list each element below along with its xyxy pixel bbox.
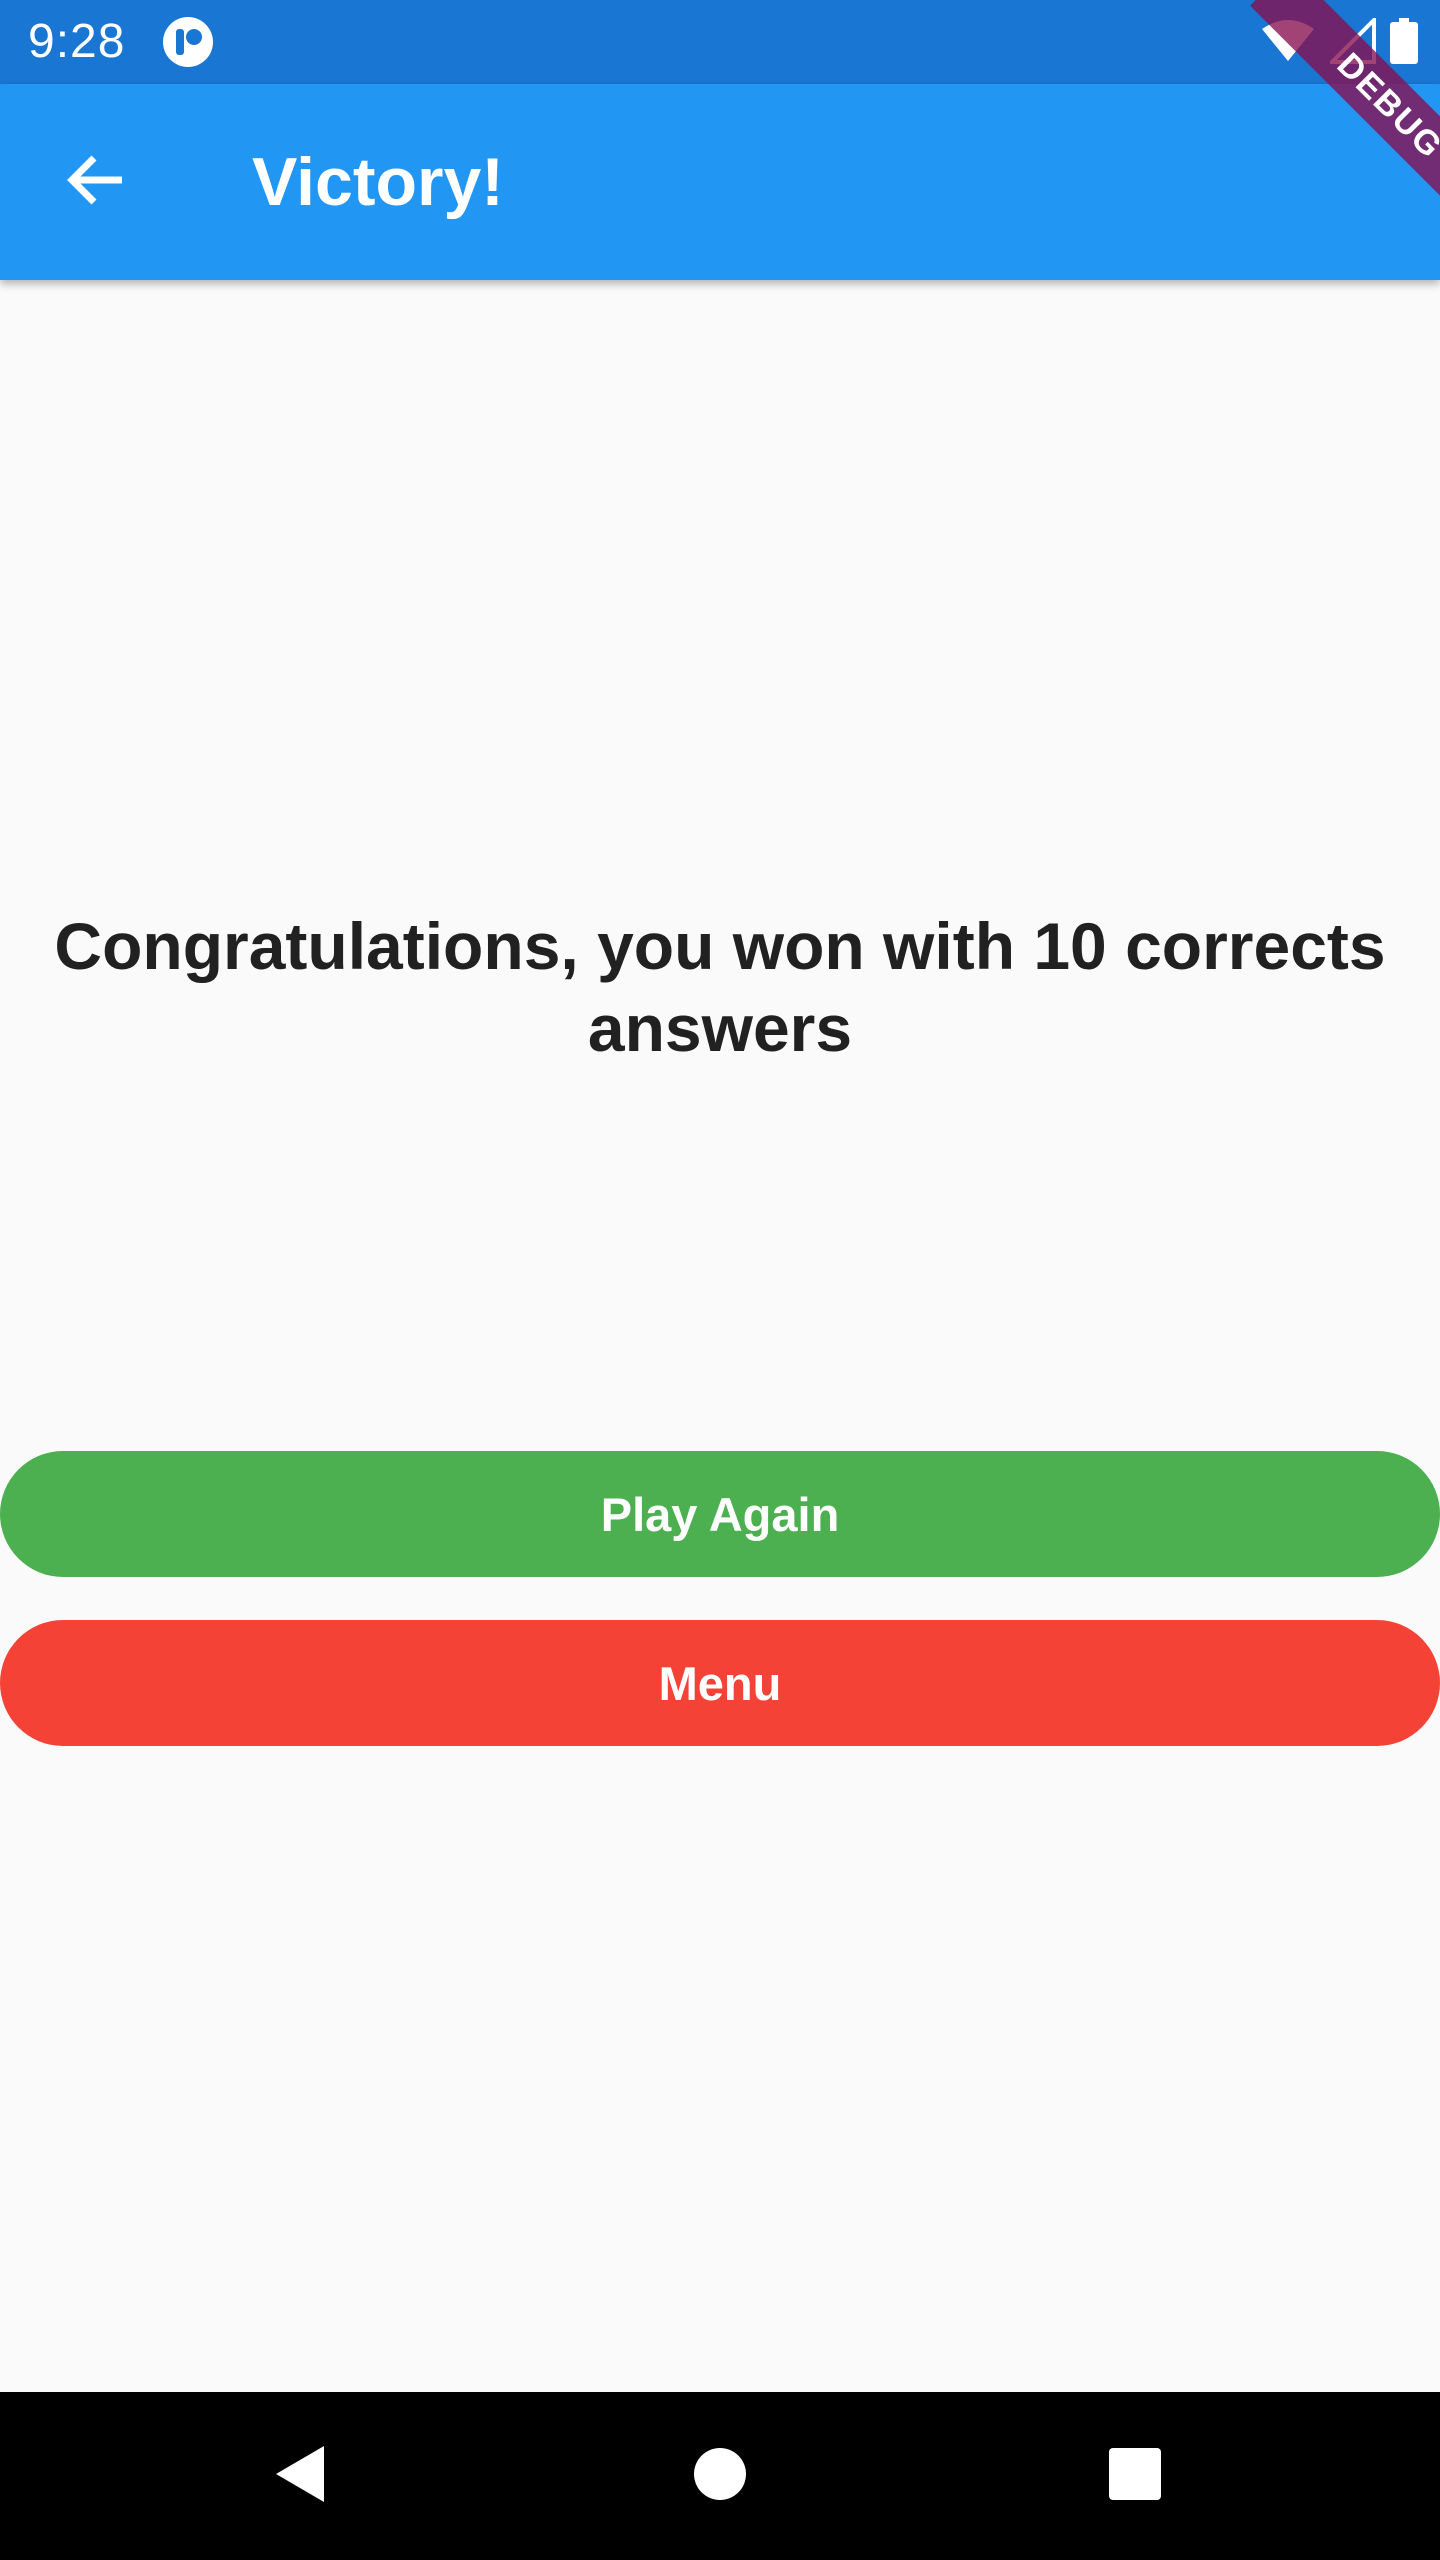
play-again-button[interactable]: Play Again <box>0 1451 1440 1577</box>
victory-message: Congratulations, you won with 10 correct… <box>54 909 1386 1065</box>
nav-back-icon <box>270 2442 330 2511</box>
navigation-bar <box>0 2392 1440 2560</box>
menu-label: Menu <box>658 1656 782 1710</box>
play-again-label: Play Again <box>600 1487 840 1541</box>
menu-button[interactable]: Menu <box>0 1620 1440 1746</box>
battery-icon <box>1390 18 1418 69</box>
app-notification-icon <box>162 16 214 68</box>
arrow-back-icon <box>64 148 128 217</box>
wifi-icon <box>1260 19 1316 68</box>
nav-back-button[interactable] <box>250 2426 350 2526</box>
nav-home-icon <box>693 2447 747 2506</box>
nav-recents-button[interactable] <box>1085 2426 1185 2526</box>
signal-icon <box>1327 15 1376 69</box>
status-time: 9:28 <box>28 15 126 68</box>
nav-home-button[interactable] <box>670 2426 770 2526</box>
nav-recents-icon <box>1108 2447 1162 2506</box>
back-button[interactable] <box>44 130 148 234</box>
status-bar: 9:28 <box>0 0 1440 84</box>
page-title: Victory! <box>252 144 504 220</box>
app-bar: Victory! <box>0 84 1440 280</box>
status-icons <box>1260 15 1418 69</box>
